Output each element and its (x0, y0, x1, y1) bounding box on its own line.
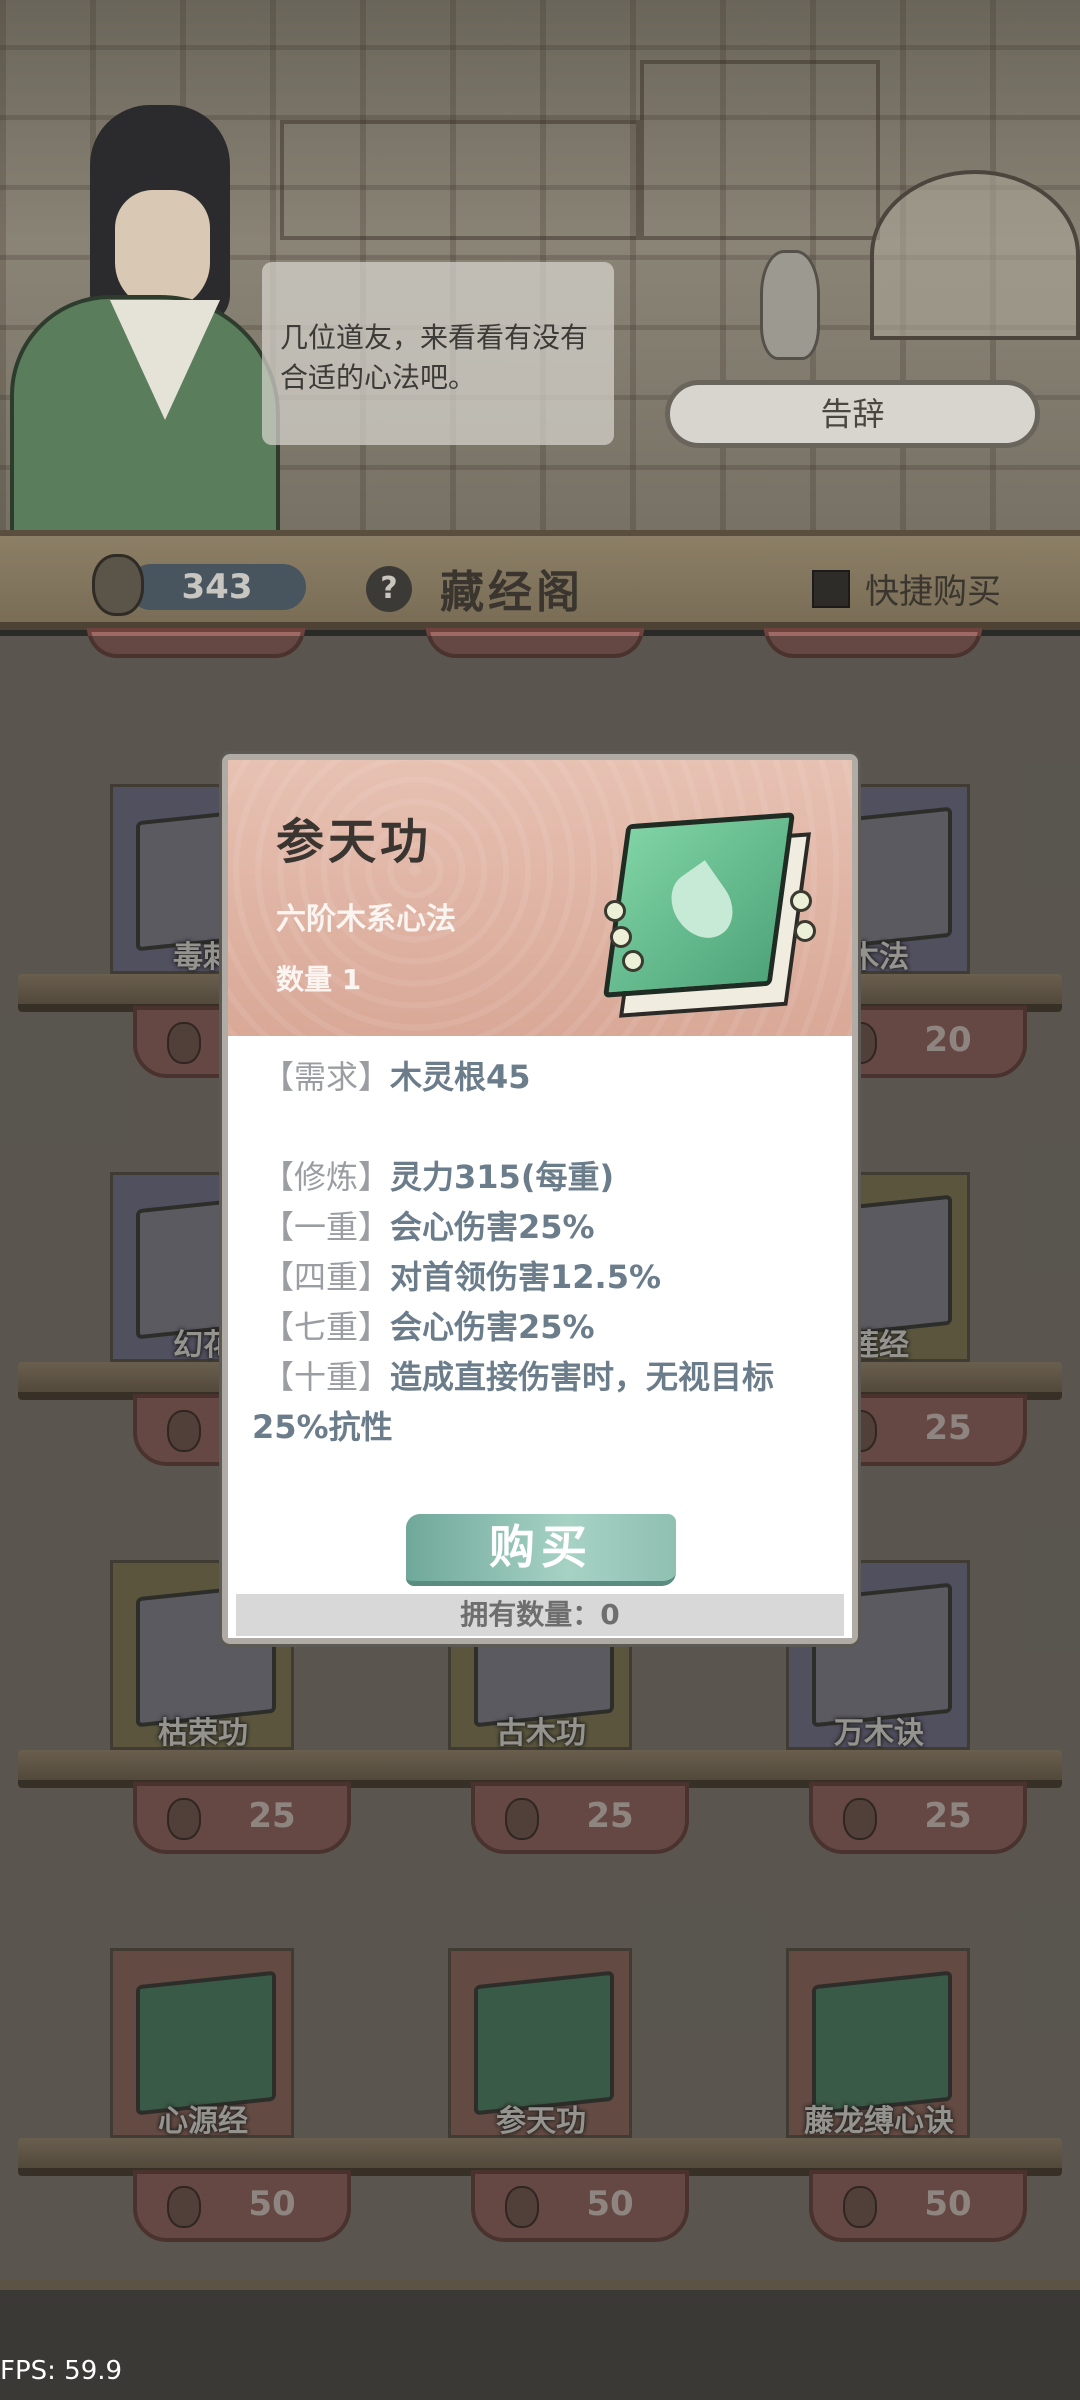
page-title: 藏经阁 (440, 567, 584, 618)
level4-tag: 【四重】 (262, 1258, 391, 1296)
bead-decoration (790, 890, 812, 912)
npc-face (115, 190, 210, 310)
item-quantity: 数量 1 (276, 963, 362, 996)
npc-speech-bubble: 几位道友，来看看有没有合适的心法吧。 (262, 262, 614, 445)
vase-decoration (760, 250, 820, 360)
cultivate-value: 灵力315(每重) (390, 1158, 615, 1196)
level4-line: 【四重】对首领伤害12.5% (262, 1252, 661, 1302)
requirement-tag: 【需求】 (262, 1058, 391, 1096)
spirit-stone-icon (92, 554, 144, 616)
cultivate-line: 【修炼】灵力315(每重) (262, 1152, 614, 1202)
bead-decoration (610, 926, 632, 948)
level10-line: 【十重】造成直接伤害时，无视目标 (262, 1352, 774, 1402)
level7-value: 会心伤害25% (390, 1308, 595, 1346)
level1-tag: 【一重】 (262, 1208, 391, 1246)
level10-value: 造成直接伤害时，无视目标 (390, 1358, 775, 1396)
npc-portrait (0, 95, 290, 545)
library-background: 几位道友，来看看有没有合适的心法吧。 告辞 (0, 0, 1080, 545)
level7-line: 【七重】会心伤害25% (262, 1302, 595, 1352)
item-title: 参天功 (276, 814, 433, 870)
shelf-decoration (280, 120, 640, 240)
level10-tag: 【十重】 (262, 1358, 391, 1396)
level1-line: 【一重】会心伤害25% (262, 1202, 595, 1252)
level10-value-cont: 25%抗性 (252, 1408, 393, 1446)
currency-amount: 343 (128, 564, 306, 610)
requirement-value: 木灵根45 (390, 1058, 531, 1096)
bead-decoration (622, 950, 644, 972)
fps-counter: FPS: 59.9 (0, 2356, 123, 2386)
help-icon[interactable]: ? (366, 566, 412, 612)
requirement-line: 【需求】木灵根45 (262, 1052, 531, 1102)
level1-value: 会心伤害25% (390, 1208, 595, 1246)
fan-decoration (870, 170, 1080, 340)
buy-button[interactable]: 购买 (406, 1514, 676, 1586)
owned-count: 拥有数量：0 (236, 1594, 844, 1636)
shelf-decoration (640, 60, 880, 240)
level4-value: 对首领伤害12.5% (390, 1258, 662, 1296)
leave-button[interactable]: 告辞 (665, 380, 1040, 448)
quick-buy-checkbox[interactable] (812, 570, 850, 608)
cultivate-tag: 【修炼】 (262, 1158, 391, 1196)
level7-tag: 【七重】 (262, 1308, 391, 1346)
bottom-bar (0, 2280, 1080, 2400)
bead-decoration (604, 900, 626, 922)
green-book-icon (602, 800, 824, 1018)
item-grade: 六阶木系心法 (276, 902, 456, 937)
shop-title-bar: 343 ? 藏经阁 快捷购买 (0, 530, 1080, 630)
bead-decoration (794, 920, 816, 942)
quick-buy-label[interactable]: 快捷购买 (865, 564, 1001, 613)
